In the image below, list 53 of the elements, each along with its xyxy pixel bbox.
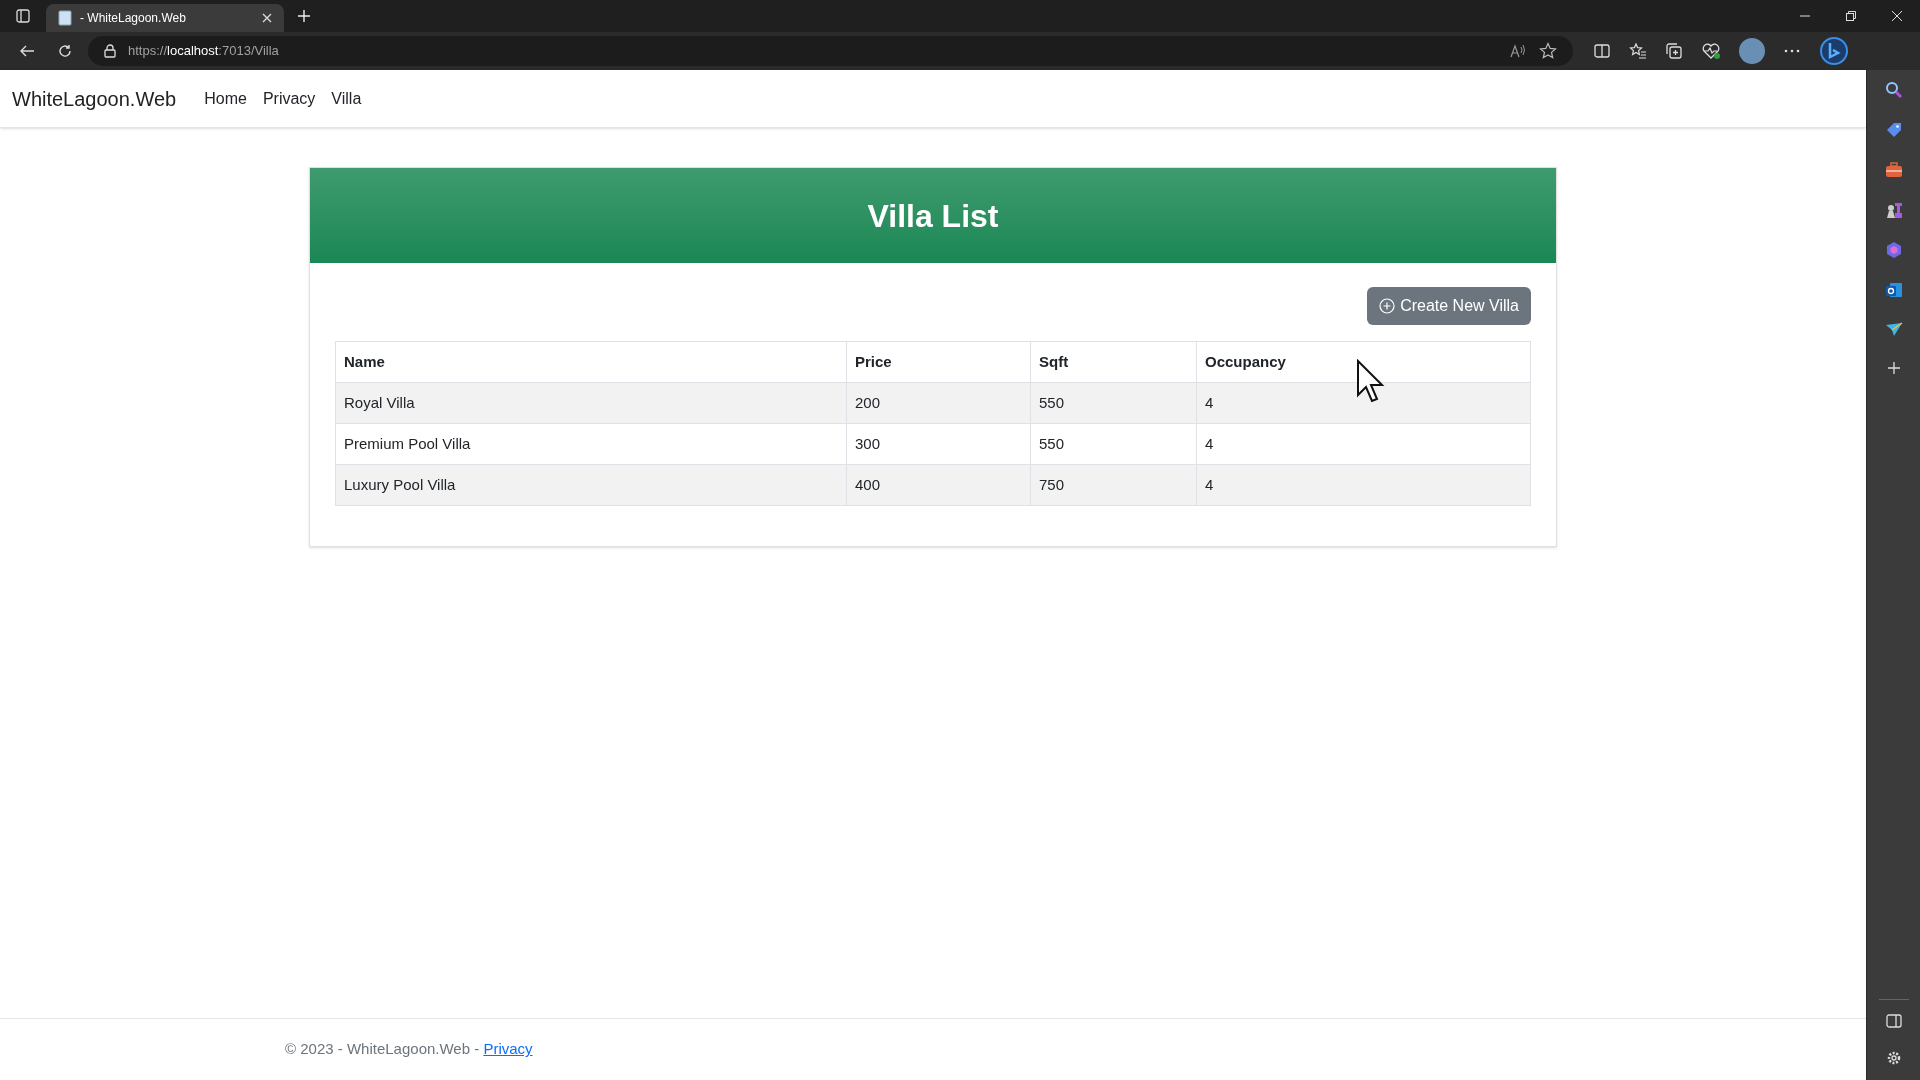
brand-link[interactable]: WhiteLagoon.Web [12,83,177,114]
table-cell: 4 [1196,423,1531,465]
column-header: Price [846,341,1031,383]
table-cell: Royal Villa [335,382,847,424]
nav-link[interactable]: Privacy [262,86,316,111]
table-cell: Premium Pool Villa [335,423,847,465]
restore-icon[interactable] [1846,11,1856,21]
mail-app-icon[interactable] [1884,281,1903,299]
favorites-icon[interactable] [1629,42,1647,60]
new-tab-icon[interactable] [297,9,311,23]
table-cell: 550 [1030,423,1197,465]
hexagon-logo-icon[interactable] [1884,241,1903,259]
tab-actions-icon[interactable] [16,9,30,23]
table-cell: 550 [1030,382,1197,424]
search-icon[interactable] [1884,81,1903,99]
settings-icon[interactable] [1885,1050,1902,1066]
table-cell: Luxury Pool Villa [335,464,847,506]
table-cell: 300 [846,423,1031,465]
nav-link[interactable]: Home [204,86,247,111]
url-text: https://localhost:7013/Villa [128,42,280,61]
sidebar-toggle-icon[interactable] [1885,1014,1902,1028]
collections-icon[interactable] [1665,42,1683,60]
plus-circle-icon [1379,298,1396,314]
privacy-link[interactable]: Privacy [483,1040,533,1058]
more-icon[interactable] [1783,48,1801,54]
profile-avatar[interactable] [1739,38,1765,64]
browser-tab[interactable]: - WhiteLagoon.Web [46,4,284,32]
close-icon[interactable] [262,13,272,23]
table-cell: 4 [1196,464,1531,506]
toolbox-icon[interactable] [1884,161,1903,179]
split-screen-icon[interactable] [1593,42,1611,60]
page-icon [58,10,72,26]
create-new-villa-button[interactable]: Create New Villa [1367,287,1531,325]
heart-pulse-icon[interactable] [1701,42,1721,60]
table-cell: 400 [846,464,1031,506]
column-header: Occupancy [1196,341,1531,383]
mouse-cursor-icon [1356,359,1386,405]
address-bar[interactable]: https://localhost:7013/Villa [88,36,1573,66]
tab-title: - WhiteLagoon.Web [80,10,187,27]
copyright-text: © 2023 - WhiteLagoon.Web - Privacy [285,1039,533,1060]
favorite-star-icon[interactable] [1539,42,1557,60]
table-cell: 200 [846,382,1031,424]
card-title: Villa List [867,196,999,236]
nav-link[interactable]: Villa [331,86,362,111]
chat-logo-icon[interactable] [1819,36,1849,66]
column-header: Sqft [1030,341,1197,383]
close-icon[interactable] [1892,11,1902,21]
read-aloud-icon[interactable] [1509,43,1527,59]
table-cell: 750 [1030,464,1197,506]
add-icon[interactable] [1886,361,1901,375]
lock-icon [104,44,116,58]
column-header: Name [335,341,847,383]
chess-pieces-icon[interactable] [1884,201,1903,219]
